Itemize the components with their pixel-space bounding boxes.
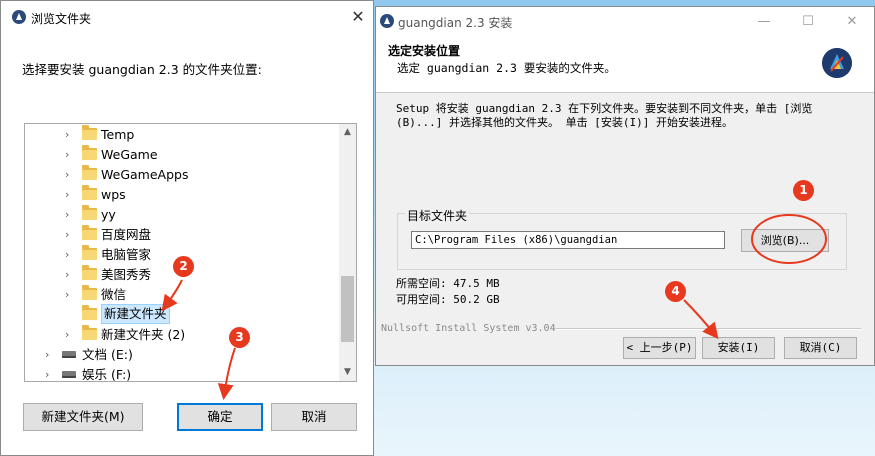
annotation-badge-1: 1 xyxy=(793,180,814,201)
annotation-badge-4: 4 xyxy=(665,281,686,302)
annotation-arrow-4 xyxy=(683,299,719,340)
annotation-badge-2: 2 xyxy=(173,256,194,277)
annotation-overlay xyxy=(161,214,827,400)
annotation-arrow-2 xyxy=(161,279,183,312)
annotation-badge-3: 3 xyxy=(229,327,250,348)
annotation-arrow-3 xyxy=(217,347,236,400)
highlight-ellipse xyxy=(751,214,827,264)
